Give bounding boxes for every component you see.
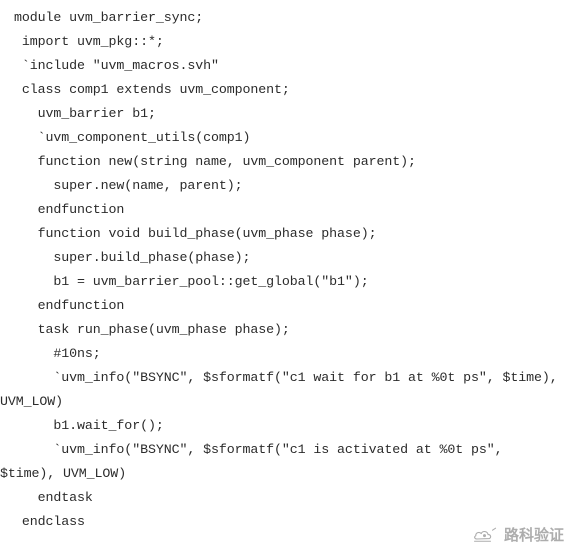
- code-line: `include "uvm_macros.svh": [14, 58, 219, 73]
- code-line: b1.wait_for();: [14, 418, 164, 433]
- code-line: #10ns;: [14, 346, 101, 361]
- code-line: import uvm_pkg::*;: [14, 34, 164, 49]
- code-line: function void build_phase(uvm_phase phas…: [14, 226, 377, 241]
- code-line: endtask: [14, 490, 93, 505]
- code-line: class comp1 extends uvm_component;: [14, 82, 290, 97]
- code-line: function new(string name, uvm_component …: [14, 154, 416, 169]
- code-line: `uvm_info("BSYNC", $sformatf("c1 wait fo…: [14, 370, 558, 385]
- code-listing: module uvm_barrier_sync; import uvm_pkg:…: [0, 0, 570, 534]
- code-line: super.build_phase(phase);: [14, 250, 251, 265]
- code-line: UVM_LOW): [0, 394, 64, 409]
- code-line: module uvm_barrier_sync;: [14, 10, 204, 25]
- code-line: super.new(name, parent);: [14, 178, 243, 193]
- code-line: task run_phase(uvm_phase phase);: [14, 322, 290, 337]
- code-line: endfunction: [14, 298, 125, 313]
- code-line: `uvm_component_utils(comp1): [14, 130, 251, 145]
- code-line: b1 = uvm_barrier_pool::get_global("b1");: [14, 274, 369, 289]
- code-line: $time), UVM_LOW): [0, 466, 127, 481]
- code-line: `uvm_info("BSYNC", $sformatf("c1 is acti…: [14, 442, 503, 457]
- code-line: endfunction: [14, 202, 125, 217]
- code-line: endclass: [14, 514, 85, 529]
- code-line: uvm_barrier b1;: [14, 106, 156, 121]
